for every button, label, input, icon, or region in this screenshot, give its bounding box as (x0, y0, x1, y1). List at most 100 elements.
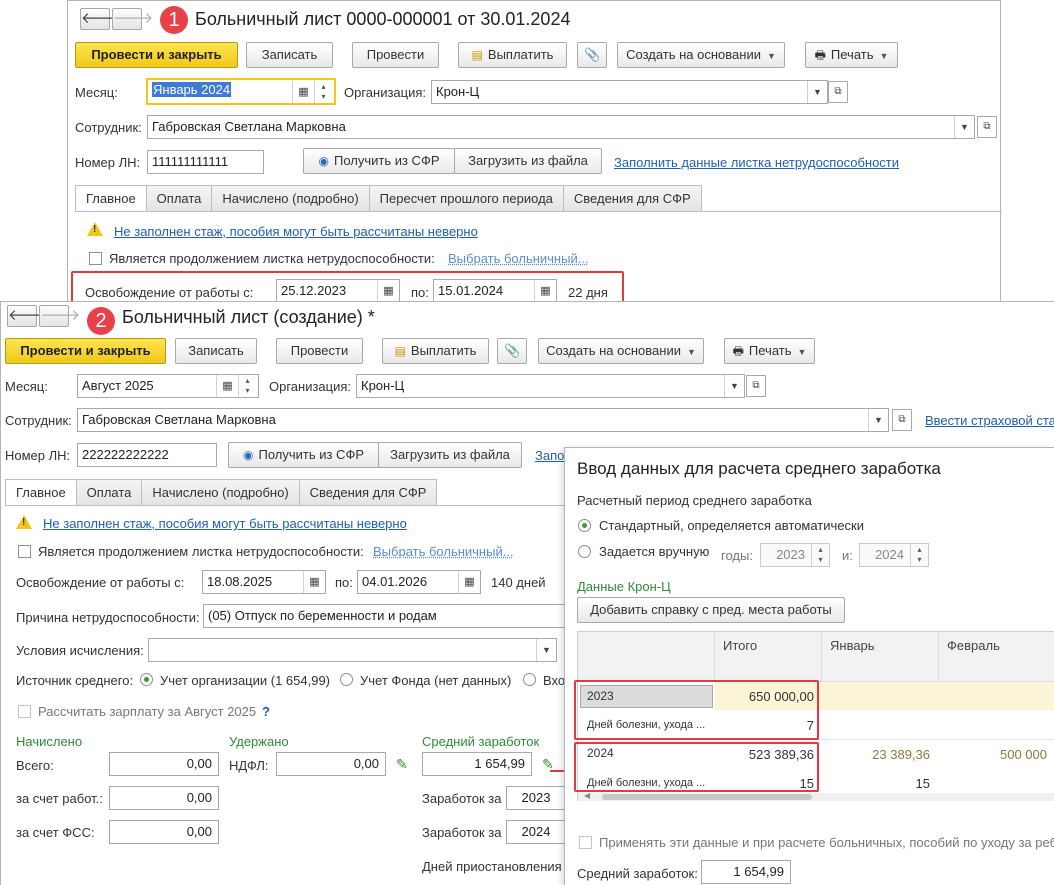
chevron-down-icon: ▼ (766, 51, 776, 61)
post-and-close-button[interactable]: Провести и закрыть (75, 42, 238, 68)
create-based-on-button[interactable]: Создать на основании ▼ (538, 338, 704, 364)
calendar-icon[interactable]: ▦ (303, 571, 325, 593)
calendar-icon[interactable]: ▦ (292, 81, 314, 103)
year-to-input[interactable]: 2024 ▴ ▾ (859, 543, 929, 567)
spin-icon[interactable]: ▴ ▾ (910, 544, 928, 566)
continuation-checkbox[interactable] (89, 252, 102, 265)
spin-icon[interactable]: ▴ ▾ (811, 544, 829, 566)
get-sfr-label: Получить из СФР (258, 447, 364, 462)
print-button[interactable]: 🖶 Печать ▼ (724, 338, 815, 364)
row-2024-days-jan[interactable]: 15 (822, 776, 930, 791)
tabs: Главное Оплата Начислено (подробно) Свед… (5, 479, 438, 505)
create-based-on-button[interactable]: Создать на основании ▼ (617, 42, 785, 68)
tab-sfr-info[interactable]: Сведения для СФР (298, 479, 438, 505)
back-button[interactable]: 🡐 (7, 305, 48, 327)
insurance-experience-link[interactable]: Ввести страховой ста (925, 413, 1054, 428)
fill-sick-leave-data-link[interactable]: Запо (535, 448, 564, 463)
chevron-down-icon[interactable]: ▼ (868, 409, 888, 431)
row-2024-jan[interactable]: 23 389,36 (822, 747, 930, 762)
attach-button[interactable]: 📎 (497, 338, 527, 364)
forward-button[interactable]: 🡒 (39, 305, 80, 327)
manual-radio[interactable] (578, 545, 591, 558)
date-to-input[interactable]: 04.01.2026 ▦ (357, 570, 481, 594)
apply-checkbox[interactable] (579, 836, 592, 849)
pencil-icon[interactable]: ✎ (396, 756, 408, 773)
horizontal-scrollbar[interactable]: ◀ (578, 791, 1054, 801)
calendar-icon[interactable]: ▦ (216, 375, 238, 397)
standard-label: Стандартный, определяется автоматически (599, 518, 864, 533)
choose-sick-leave-link[interactable]: Выбрать больничный... (448, 251, 589, 266)
fill-sick-leave-data-link[interactable]: Заполнить данные листка нетрудоспособнос… (614, 155, 899, 170)
month-input[interactable]: Январь 2024 ▦ ▴ ▾ (146, 78, 336, 105)
calendar-icon[interactable]: ▦ (458, 571, 480, 593)
pay-button[interactable]: ▤ Выплатить (382, 338, 489, 364)
reason-input[interactable]: (05) Отпуск по беременности и родам (203, 604, 567, 628)
tab-accrued-details[interactable]: Начислено (подробно) (211, 185, 370, 211)
tab-sfr-info[interactable]: Сведения для СФР (562, 185, 702, 211)
standard-radio[interactable] (578, 519, 591, 532)
avg-earnings-input[interactable]: 1 654,99 (701, 860, 791, 884)
fss-input[interactable]: 0,00 (109, 820, 219, 844)
chevron-down-icon[interactable]: ▼ (724, 375, 744, 397)
post-and-close-button[interactable]: Провести и закрыть (5, 338, 166, 364)
choose-sick-leave-link[interactable]: Выбрать больничный... (373, 544, 514, 559)
date-from-input[interactable]: 18.08.2025 ▦ (202, 570, 326, 594)
pay-button[interactable]: ▤ Выплатить (458, 42, 567, 68)
source-fund-radio[interactable] (340, 673, 353, 686)
ndfl-input[interactable]: 0,00 (276, 752, 386, 776)
get-from-sfr-button[interactable]: ◉ Получить из СФР (303, 148, 455, 174)
total-input[interactable]: 0,00 (109, 752, 219, 776)
load-from-file-button[interactable]: Загрузить из файла (378, 442, 522, 468)
get-from-sfr-button[interactable]: ◉ Получить из СФР (228, 442, 379, 468)
organization-input[interactable]: Крон-Ц ▼ (431, 80, 828, 104)
ln-number-input[interactable]: 111111111111 (147, 150, 264, 174)
open-employee-icon[interactable]: ⧉ (977, 116, 997, 138)
tab-payment[interactable]: Оплата (75, 479, 143, 505)
save-button[interactable]: Записать (175, 338, 257, 364)
add-reference-button[interactable]: Добавить справку с пред. места работы (577, 597, 845, 623)
chevron-down-icon[interactable]: ▼ (954, 116, 974, 138)
tab-main[interactable]: Главное (75, 185, 147, 211)
month-input[interactable]: Август 2025 ▦ ▴ ▾ (77, 374, 259, 398)
row-2024-feb[interactable]: 500 000 (939, 747, 1047, 762)
calc-salary-checkbox[interactable] (18, 705, 31, 718)
open-employee-icon[interactable]: ⧉ (892, 409, 912, 431)
spin-icon[interactable]: ▴ ▾ (238, 375, 256, 397)
col-feb-header: Февраль (939, 632, 1054, 682)
help-icon[interactable]: ? (262, 704, 270, 719)
tab-payment[interactable]: Оплата (145, 185, 213, 211)
continuation-checkbox[interactable] (18, 545, 31, 558)
conditions-input[interactable]: ▼ (148, 638, 557, 662)
tab-main[interactable]: Главное (5, 479, 77, 505)
post-button[interactable]: Провести (276, 338, 363, 364)
open-organization-icon[interactable]: ⧉ (828, 81, 848, 103)
warning-link[interactable]: Не заполнен стаж, пособия могут быть рас… (43, 516, 407, 531)
warning-link[interactable]: Не заполнен стаж, пособия могут быть рас… (114, 224, 478, 239)
spin-icon[interactable]: ▴ ▾ (314, 81, 332, 103)
employer-input[interactable]: 0,00 (109, 786, 219, 810)
chevron-down-icon[interactable]: ▼ (807, 81, 827, 103)
load-from-file-button[interactable]: Загрузить из файла (454, 148, 602, 174)
source-other-radio[interactable] (523, 673, 536, 686)
earnings-year-1-input[interactable]: 2023 (506, 786, 566, 810)
save-button[interactable]: Записать (246, 42, 333, 68)
employee-input[interactable]: Габровская Светлана Марковна ▼ (77, 408, 889, 432)
source-org-radio[interactable] (140, 673, 153, 686)
chevron-down-icon[interactable]: ▼ (536, 639, 556, 661)
tab-accrued-details[interactable]: Начислено (подробно) (141, 479, 300, 505)
scrollbar-thumb[interactable] (602, 794, 812, 800)
back-button[interactable]: 🡐 (80, 8, 121, 30)
post-button[interactable]: Провести (352, 42, 439, 68)
earnings-year-2-input[interactable]: 2024 (506, 820, 566, 844)
organization-input[interactable]: Крон-Ц ▼ (356, 374, 745, 398)
open-organization-icon[interactable]: ⧉ (746, 375, 766, 397)
avg-earnings-input[interactable]: 1 654,99 (422, 752, 532, 776)
employee-input[interactable]: Габровская Светлана Марковна ▼ (147, 115, 975, 139)
attach-button[interactable]: 📎 (577, 42, 607, 68)
ln-number-input[interactable]: 222222222222 (77, 443, 217, 467)
print-button[interactable]: 🖶 Печать ▼ (805, 42, 898, 68)
tab-recalc[interactable]: Пересчет прошлого периода (368, 185, 564, 211)
forward-button[interactable]: 🡒 (112, 8, 153, 30)
scroll-left-icon[interactable]: ◀ (584, 791, 590, 800)
year-from-input[interactable]: 2023 ▴ ▾ (760, 543, 830, 567)
